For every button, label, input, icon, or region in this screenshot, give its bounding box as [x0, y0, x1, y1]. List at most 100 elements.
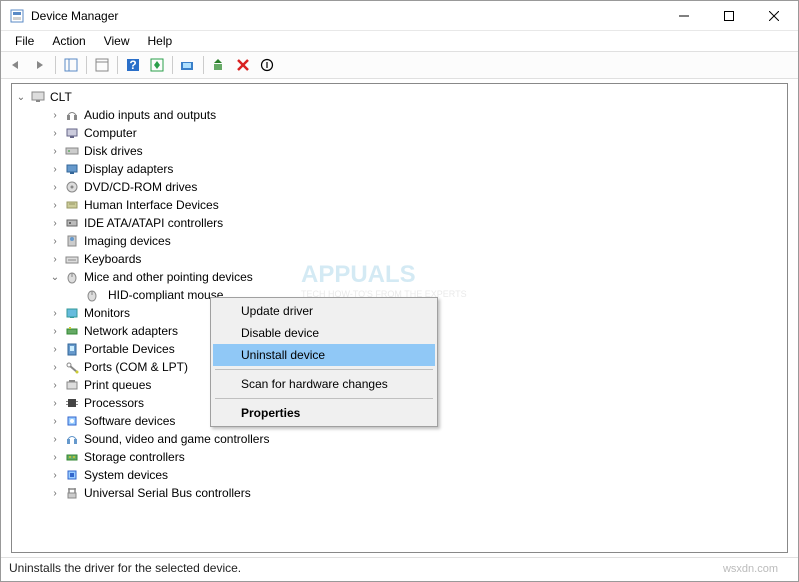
category-icon — [64, 179, 80, 195]
update-driver-button[interactable] — [208, 54, 230, 76]
tree-item-label: IDE ATA/ATAPI controllers — [84, 216, 223, 230]
menu-action[interactable]: Action — [44, 32, 93, 50]
titlebar: Device Manager — [1, 1, 798, 31]
ctx-disable-device[interactable]: Disable device — [213, 322, 435, 344]
tree-category[interactable]: ›Display adapters — [14, 160, 785, 178]
device-tree[interactable]: ⌄ CLT › Audio inputs and outputs › Computer… — [12, 84, 787, 506]
expand-icon[interactable]: › — [48, 450, 62, 464]
menubar: File Action View Help — [1, 31, 798, 51]
expand-icon[interactable]: › — [48, 396, 62, 410]
tree-item-label: Mice and other pointing devices — [84, 270, 253, 284]
category-icon — [64, 269, 80, 285]
tree-item-label: Universal Serial Bus controllers — [84, 486, 251, 500]
expand-icon[interactable]: › — [48, 216, 62, 230]
category-icon — [64, 161, 80, 177]
statusbar: Uninstalls the driver for the selected d… — [1, 557, 798, 581]
category-icon — [64, 251, 80, 267]
expand-icon[interactable]: › — [48, 486, 62, 500]
category-icon — [64, 143, 80, 159]
tree-category[interactable]: › Storage controllers — [14, 448, 785, 466]
category-icon — [64, 323, 80, 339]
expand-icon[interactable]: › — [48, 162, 62, 176]
forward-button[interactable] — [29, 54, 51, 76]
category-icon — [64, 449, 80, 465]
tree-category[interactable]: › Audio inputs and outputs — [14, 106, 785, 124]
tree-item-label: Storage controllers — [84, 450, 185, 464]
expand-icon[interactable]: ⌄ — [48, 270, 62, 284]
tree-item-label: Print queues — [84, 378, 151, 392]
category-icon — [64, 233, 80, 249]
expand-icon[interactable]: › — [48, 342, 62, 356]
category-icon — [64, 395, 80, 411]
tree-root[interactable]: ⌄ CLT — [14, 88, 785, 106]
tree-item-label: Sound, video and game controllers — [84, 432, 269, 446]
tree-category[interactable]: ›DVD/CD-ROM drives — [14, 178, 785, 196]
tree-category[interactable]: › Imaging devices — [14, 232, 785, 250]
maximize-button[interactable] — [706, 1, 751, 30]
tree-category[interactable]: ›System devices — [14, 466, 785, 484]
help-button[interactable]: ? — [122, 54, 144, 76]
scan-hardware-button[interactable] — [177, 54, 199, 76]
expand-icon[interactable]: › — [48, 252, 62, 266]
tree-item-label: Audio inputs and outputs — [84, 108, 216, 122]
tree-item-label: Computer — [84, 126, 137, 140]
close-button[interactable] — [751, 1, 796, 30]
tree-category[interactable]: › Computer — [14, 124, 785, 142]
expand-icon[interactable]: › — [48, 432, 62, 446]
show-hide-tree-button[interactable] — [60, 54, 82, 76]
mouse-icon — [84, 287, 100, 303]
category-icon — [64, 485, 80, 501]
watermark-text: wsxdn.com — [723, 563, 778, 575]
expand-icon[interactable]: › — [48, 378, 62, 392]
expand-icon[interactable]: › — [48, 468, 62, 482]
menu-view[interactable]: View — [96, 32, 138, 50]
category-icon — [64, 341, 80, 357]
disable-button[interactable] — [256, 54, 278, 76]
window-title: Device Manager — [31, 9, 661, 23]
menu-help[interactable]: Help — [140, 32, 181, 50]
expand-icon[interactable]: › — [48, 180, 62, 194]
minimize-button[interactable] — [661, 1, 706, 30]
expand-icon[interactable]: › — [48, 324, 62, 338]
tree-category[interactable]: ›Keyboards — [14, 250, 785, 268]
computer-icon — [30, 89, 46, 105]
expand-icon[interactable]: › — [48, 126, 62, 140]
ctx-update-driver[interactable]: Update driver — [213, 300, 435, 322]
tree-category[interactable]: ›Disk drives — [14, 142, 785, 160]
toolbar: ? — [1, 51, 798, 79]
tree-category[interactable]: › Human Interface Devices — [14, 196, 785, 214]
expand-icon[interactable]: › — [48, 360, 62, 374]
tree-category[interactable]: › IDE ATA/ATAPI controllers — [14, 214, 785, 232]
tree-item-label: Processors — [84, 396, 144, 410]
tree-category[interactable]: ⌄ Mice and other pointing devices — [14, 268, 785, 286]
expand-icon[interactable]: ⌄ — [14, 90, 28, 104]
tree-category[interactable]: › Sound, video and game controllers — [14, 430, 785, 448]
tree-item-label: Imaging devices — [84, 234, 171, 248]
expand-icon[interactable]: › — [48, 414, 62, 428]
ctx-properties[interactable]: Properties — [213, 402, 435, 424]
expand-icon[interactable]: › — [48, 108, 62, 122]
expand-icon[interactable]: › — [48, 144, 62, 158]
toolbar-separator — [172, 56, 173, 74]
tree-category[interactable]: › Universal Serial Bus controllers — [14, 484, 785, 502]
ctx-scan-hardware[interactable]: Scan for hardware changes — [213, 373, 435, 395]
properties-button[interactable] — [91, 54, 113, 76]
back-button[interactable] — [5, 54, 27, 76]
ctx-separator — [215, 369, 433, 370]
status-text: Uninstalls the driver for the selected d… — [9, 561, 241, 575]
category-icon — [64, 107, 80, 123]
uninstall-button[interactable] — [232, 54, 254, 76]
action-button[interactable] — [146, 54, 168, 76]
ctx-uninstall-device[interactable]: Uninstall device — [213, 344, 435, 366]
expand-icon[interactable]: › — [48, 198, 62, 212]
tree-item-label: Human Interface Devices — [84, 198, 219, 212]
expand-icon[interactable]: › — [48, 306, 62, 320]
app-icon — [9, 8, 25, 24]
toolbar-separator — [203, 56, 204, 74]
expand-icon[interactable]: › — [48, 234, 62, 248]
category-icon — [64, 377, 80, 393]
tree-item-label: Monitors — [84, 306, 130, 320]
menu-file[interactable]: File — [7, 32, 42, 50]
category-icon — [64, 431, 80, 447]
category-icon — [64, 197, 80, 213]
